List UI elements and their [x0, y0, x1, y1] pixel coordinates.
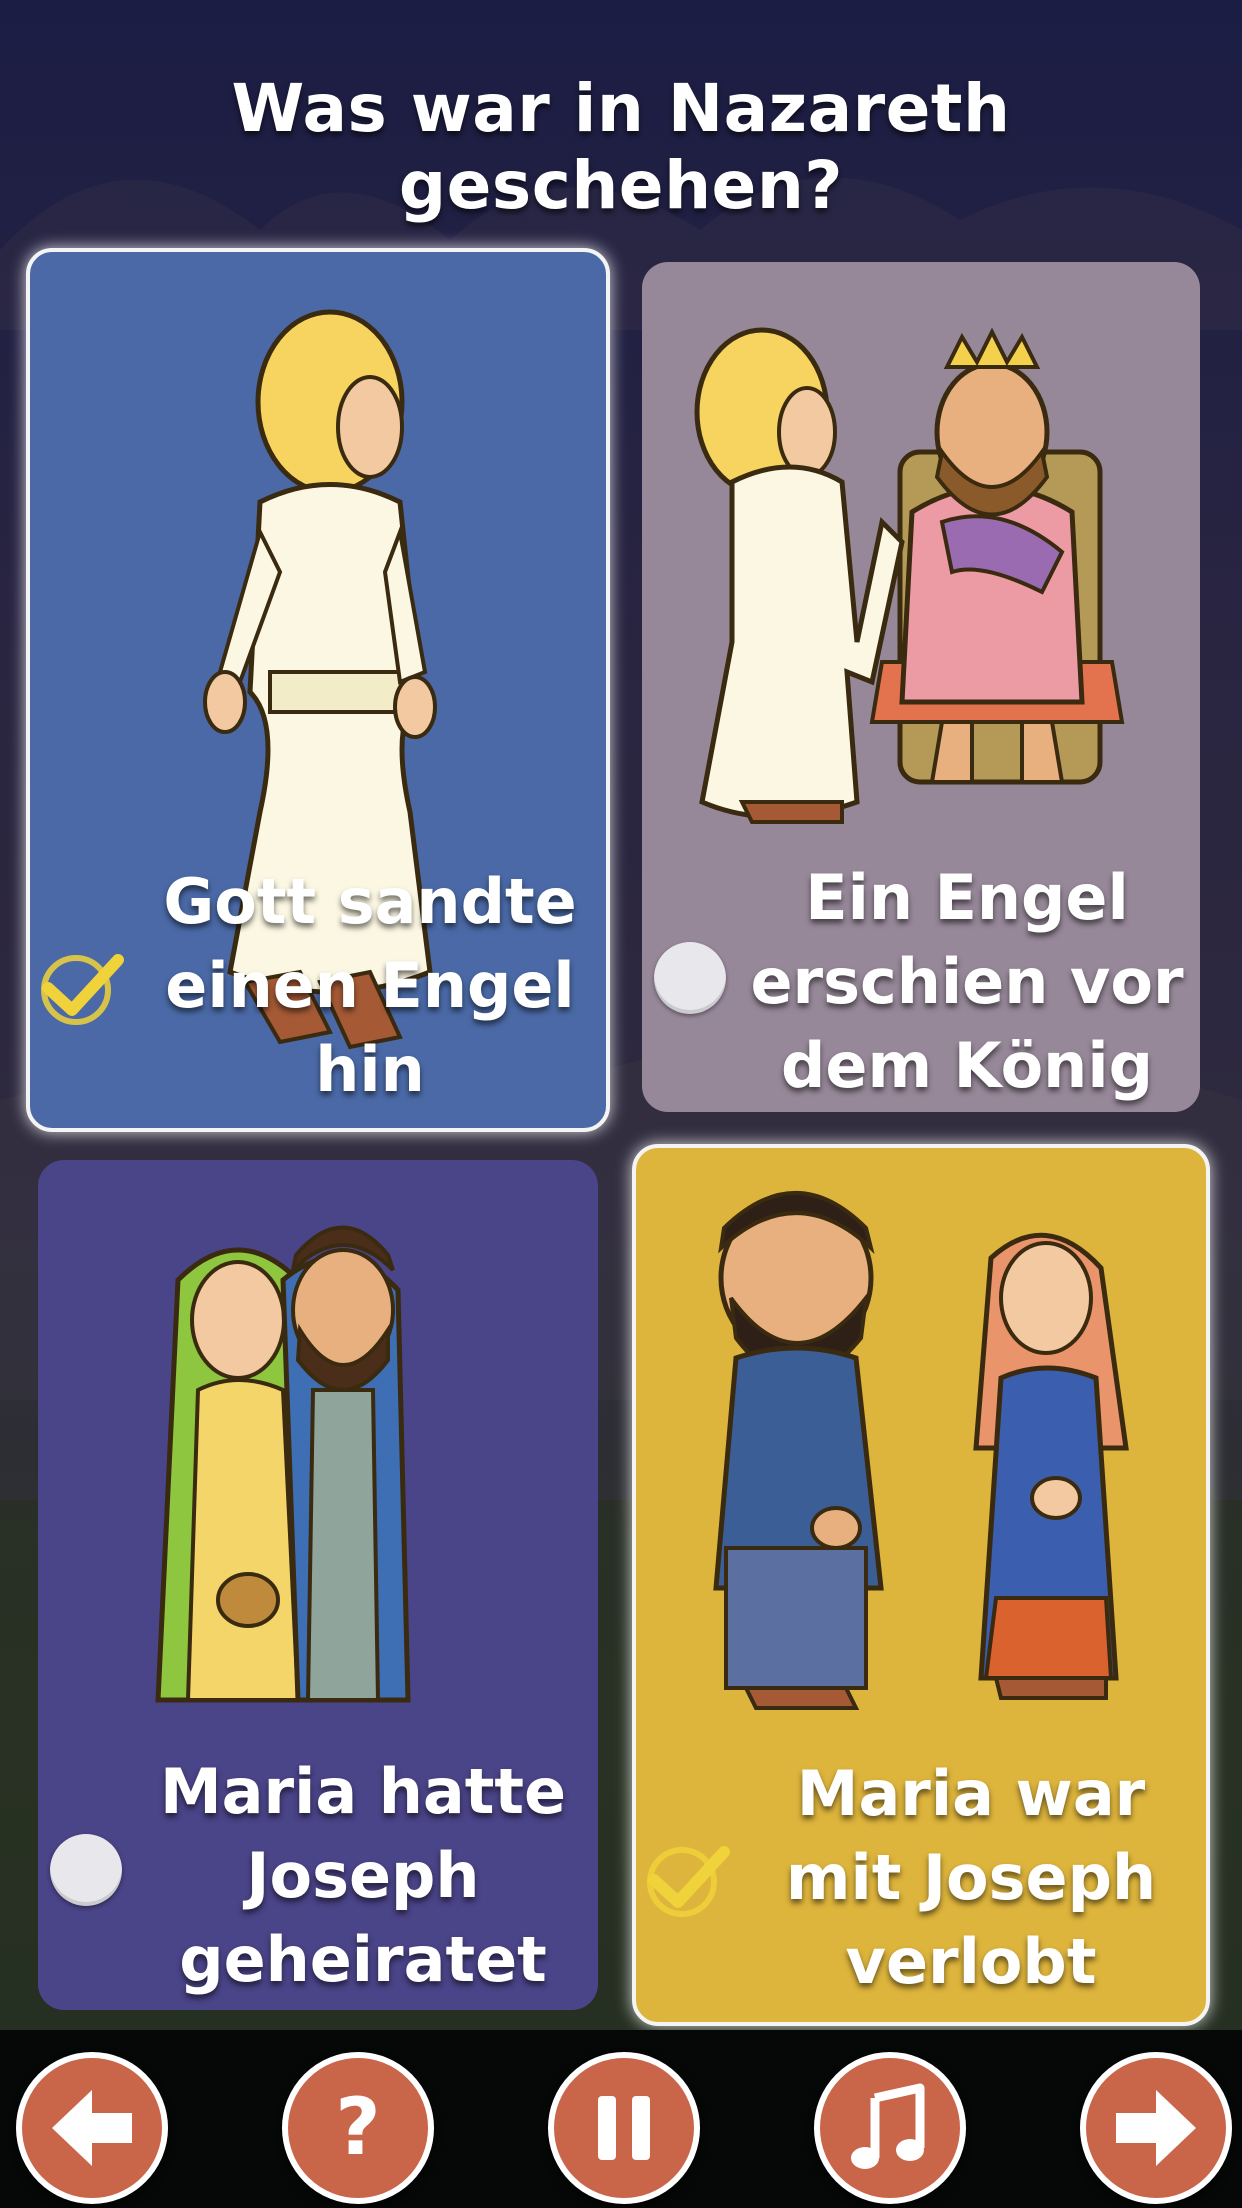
- arrow-left-icon: [52, 2090, 132, 2166]
- pause-button[interactable]: [548, 2052, 700, 2204]
- next-button[interactable]: [1080, 2052, 1232, 2204]
- answer-card-1[interactable]: Gott sandte einen Engel hin: [26, 248, 610, 1132]
- arrow-right-icon: [1116, 2090, 1196, 2166]
- svg-text:?: ?: [335, 2083, 380, 2173]
- answer-label-3: Maria hatte Joseph geheiratet: [159, 1755, 567, 1996]
- pause-icon: [598, 2096, 650, 2160]
- answer-label-1: Gott sandte einen Engel hin: [163, 865, 577, 1106]
- music-button[interactable]: [814, 2052, 966, 2204]
- question-mark-icon: ?: [335, 2083, 380, 2173]
- answer-card-2[interactable]: Ein Engel erschien vor dem König: [642, 262, 1200, 1112]
- help-button[interactable]: ?: [282, 2052, 434, 2204]
- check-icon: [41, 954, 124, 1025]
- answer-radio-3[interactable]: [50, 1834, 122, 1906]
- answer-label-2: Ein Engel erschien vor dem König: [750, 861, 1184, 1102]
- back-button[interactable]: [16, 2052, 168, 2204]
- answer-card-4[interactable]: Maria war mit Joseph verlobt: [632, 1144, 1210, 2026]
- answer-card-3[interactable]: Maria hatte Joseph geheiratet: [38, 1160, 598, 2010]
- answer-radio-2[interactable]: [654, 942, 726, 1014]
- answer-label-4: Maria war mit Joseph verlobt: [785, 1757, 1157, 1998]
- check-icon: [647, 1846, 730, 1917]
- question-title: Was war in Nazareth geschehen?: [231, 70, 1011, 224]
- music-note-icon: [851, 2083, 925, 2169]
